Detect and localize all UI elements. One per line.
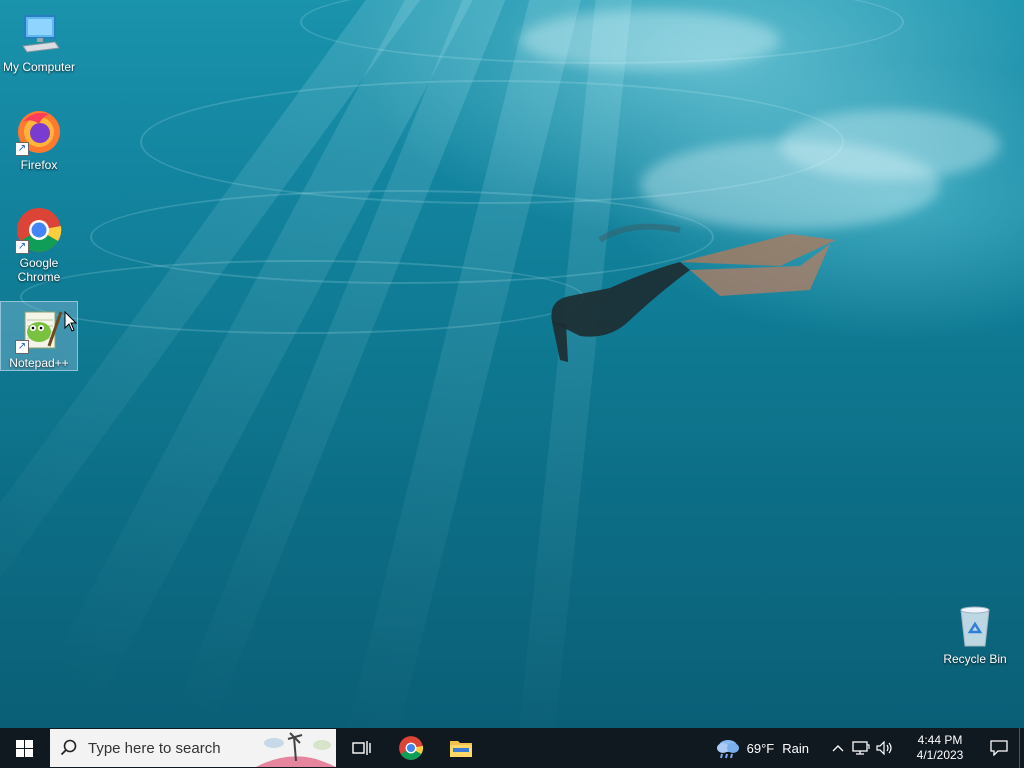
chrome-icon: ↗ (15, 206, 63, 254)
weather-condition: Rain (782, 740, 809, 756)
desktop-icon-firefox[interactable]: ↗ Firefox (1, 104, 77, 172)
swimmer-figure (551, 223, 836, 362)
taskbar-file-explorer-button[interactable] (436, 728, 486, 768)
desktop-icon-my-computer[interactable]: My Computer (1, 6, 77, 74)
clock[interactable]: 4:44 PM 4/1/2023 (905, 728, 975, 768)
desktop-icon-recycle-bin[interactable]: Recycle Bin (937, 598, 1013, 666)
recycle-bin-icon (951, 602, 999, 650)
notepadpp-icon: ↗ (15, 306, 63, 354)
folder-icon (450, 741, 472, 757)
desktop-wallpaper: My Computer ↗ Firefox ↗ Google Chrome ↗ … (0, 0, 1024, 728)
speaker-icon (876, 741, 892, 755)
clock-time: 4:44 PM (917, 733, 963, 747)
clock-date: 4/1/2023 (916, 748, 964, 762)
computer-icon (15, 10, 63, 58)
desktop-icon-label: My Computer (2, 60, 76, 74)
shortcut-arrow-icon: ↗ (15, 142, 29, 156)
search-box[interactable]: Type here to search (50, 729, 336, 767)
chrome-icon (399, 736, 424, 760)
taskbar-chrome-button[interactable] (386, 728, 436, 768)
shortcut-arrow-icon: ↗ (15, 240, 29, 254)
search-highlight-illustration (256, 732, 336, 767)
shortcut-arrow-icon: ↗ (15, 340, 29, 354)
show-hidden-icons-button[interactable] (827, 728, 849, 768)
action-center-button[interactable] (979, 728, 1019, 768)
firefox-icon: ↗ (15, 108, 63, 156)
desktop-icon-label: Recycle Bin (943, 652, 1007, 666)
search-icon (60, 739, 77, 756)
desktop-icon-label: Firefox (20, 158, 58, 172)
taskbar: Type here to search 69°F Rain 4:44 PM 4/… (0, 728, 1024, 768)
task-view-icon (352, 741, 371, 755)
weather-temperature: 69°F (746, 740, 775, 756)
chevron-up-icon (832, 745, 844, 752)
weather-widget[interactable]: 69°F Rain (707, 728, 817, 768)
network-icon (852, 741, 870, 755)
network-button[interactable] (849, 728, 873, 768)
task-view-button[interactable] (338, 728, 386, 768)
search-placeholder: Type here to search (88, 739, 221, 757)
desktop-icon-chrome[interactable]: ↗ Google Chrome (1, 202, 77, 284)
start-button[interactable] (0, 728, 48, 768)
mouse-cursor-icon (64, 311, 78, 332)
show-desktop-button[interactable] (1019, 728, 1024, 768)
desktop-icon-label: Google Chrome (17, 256, 61, 284)
windows-logo-icon (15, 739, 33, 757)
rain-cloud-icon (716, 740, 739, 759)
desktop-icon-label: Notepad++ (9, 356, 69, 370)
notification-icon (990, 740, 1008, 756)
volume-button[interactable] (873, 728, 897, 768)
